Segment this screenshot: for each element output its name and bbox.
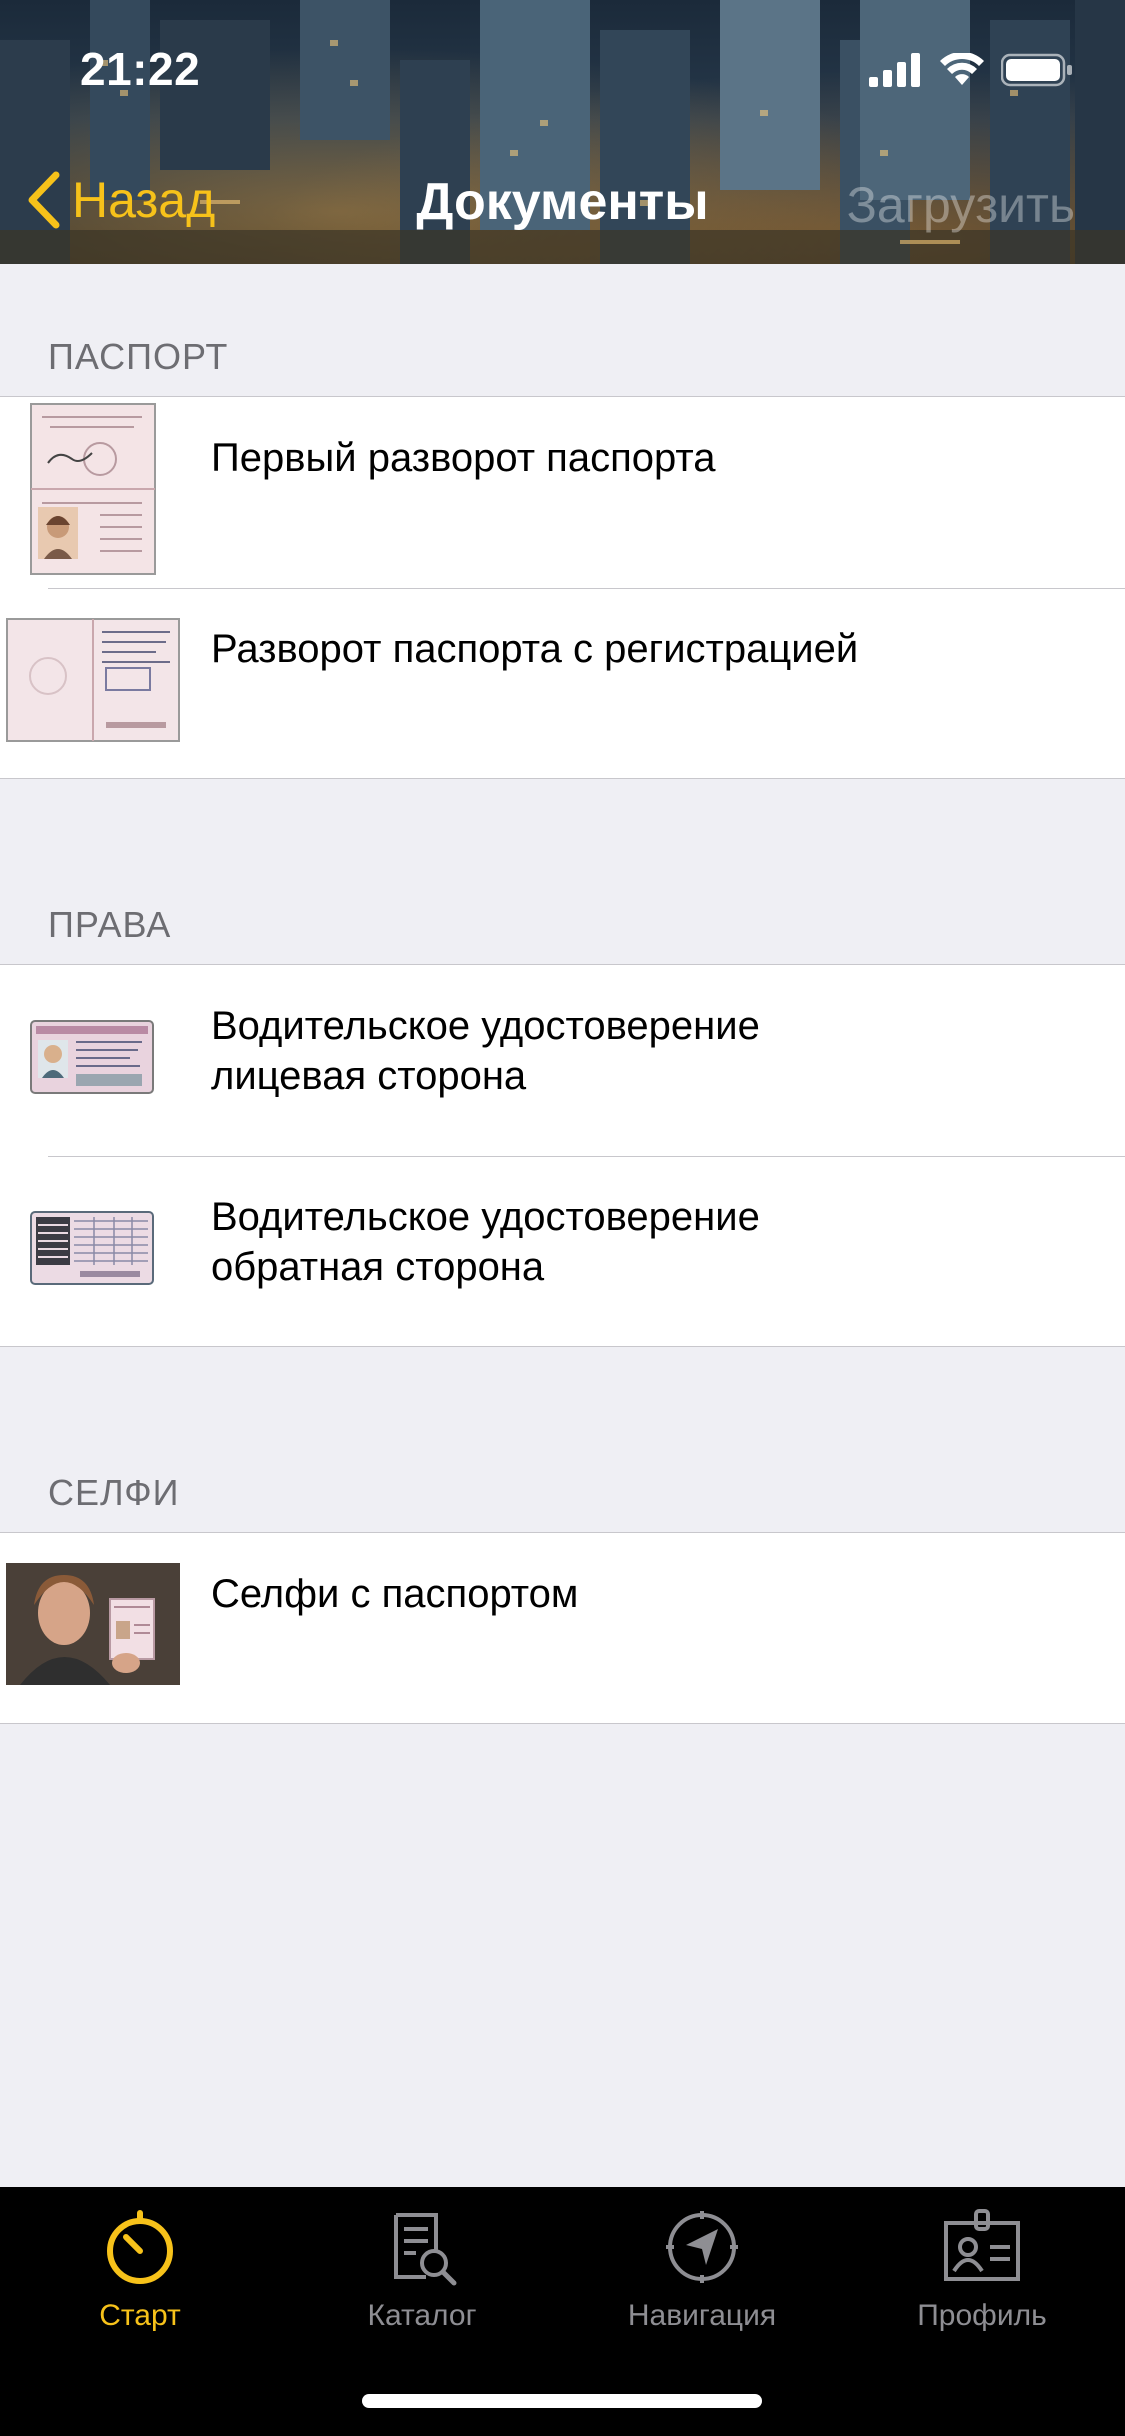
selfie-with-passport-thumbnail — [6, 1563, 180, 1685]
section-header-selfie: СЕЛФИ — [48, 1472, 180, 1513]
id-card-icon — [944, 2209, 1020, 2281]
tab-label: Навигация — [627, 2299, 777, 2332]
home-indicator — [362, 2394, 762, 2408]
list-item-label: Селфи с паспортом — [211, 1572, 579, 1616]
battery-icon — [1001, 53, 1072, 87]
cellular-signal-icon — [869, 53, 920, 87]
list-item-label-line1: Водительское удостоверение — [211, 1004, 760, 1048]
status-bar: 21:22 — [0, 0, 1125, 132]
navigation-bar: Назад Документы Загрузить — [0, 150, 1125, 250]
list-item-license-back[interactable]: Водительское удостоверение обратная стор… — [0, 1156, 1125, 1347]
list-item-label-line2: лицевая сторона — [211, 1054, 527, 1098]
status-icons — [869, 52, 1073, 88]
tab-profile[interactable]: Профиль — [872, 2207, 1092, 2357]
list-item-label: Водительское удостоверение лицевая сторо… — [211, 1001, 1031, 1101]
section-header-passport: ПАСПОРТ — [48, 336, 229, 377]
tab-label: Профиль — [917, 2299, 1047, 2332]
catalog-search-icon — [394, 2213, 457, 2286]
selfie-group: Селфи с паспортом — [0, 1532, 1125, 1724]
license-group: Водительское удостоверение лицевая сторо… — [0, 964, 1125, 1347]
list-item-label-line1: Водительское удостоверение — [211, 1195, 760, 1239]
passport-main-page-thumbnail — [30, 403, 156, 575]
passport-group: Первый разворот паспорта Разворот паспор… — [0, 396, 1125, 779]
passport-registration-page-thumbnail — [6, 618, 180, 742]
list-item-passport-main[interactable]: Первый разворот паспорта — [0, 397, 1125, 588]
tab-label: Каталог — [367, 2299, 477, 2332]
list-item-label: Водительское удостоверение обратная стор… — [211, 1192, 1031, 1292]
wifi-icon — [940, 53, 984, 85]
status-time: 21:22 — [80, 43, 201, 95]
tab-catalog[interactable]: Каталог — [312, 2207, 532, 2357]
tab-navigation[interactable]: Навигация — [592, 2207, 812, 2357]
compass-icon — [666, 2211, 738, 2283]
list-item-passport-registration[interactable]: Разворот паспорта с регистрацией — [0, 588, 1125, 779]
tab-label: Старт — [99, 2299, 181, 2332]
header: 21:22 Назад Документы Загрузить — [0, 0, 1125, 264]
list-item-license-front[interactable]: Водительское удостоверение лицевая сторо… — [0, 965, 1125, 1156]
list-item-selfie[interactable]: Селфи с паспортом — [0, 1533, 1125, 1724]
upload-button[interactable]: Загрузить — [847, 176, 1075, 234]
list-item-label: Первый разворот паспорта — [211, 436, 716, 480]
tab-start[interactable]: Старт — [30, 2207, 250, 2357]
stopwatch-icon — [107, 2210, 173, 2284]
license-front-thumbnail — [30, 1020, 154, 1094]
list-item-label-line2: обратная сторона — [211, 1245, 545, 1289]
section-header-license: ПРАВА — [48, 904, 172, 945]
list-item-label: Разворот паспорта с регистрацией — [211, 627, 859, 671]
license-back-thumbnail — [30, 1211, 154, 1285]
